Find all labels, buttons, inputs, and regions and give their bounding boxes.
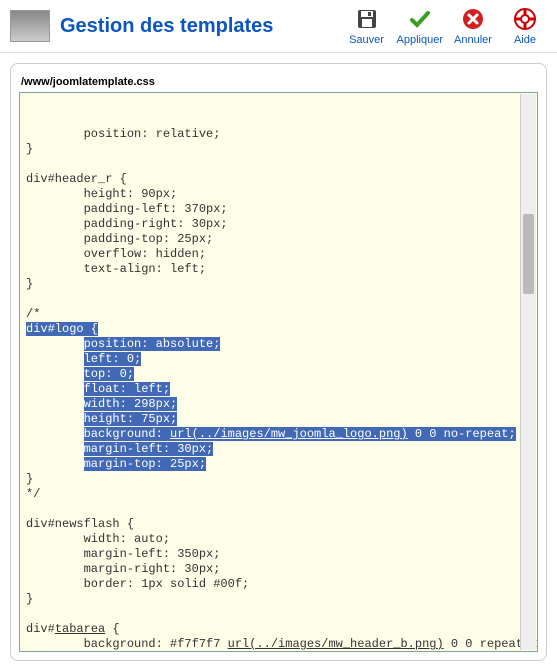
templates-icon: [10, 10, 50, 42]
help-label: Aide: [514, 34, 536, 46]
code-after-a: } */ div#newsflash { width: auto; margin…: [26, 472, 249, 636]
save-label: Sauver: [349, 34, 384, 46]
scrollbar-thumb[interactable]: [523, 214, 534, 294]
header-bar: Gestion des templates Sauver Appliquer A…: [0, 0, 557, 53]
selection-line-3: left: 0;: [84, 352, 142, 366]
toolbar: Sauver Appliquer Annuler Aide: [345, 6, 547, 46]
selection-url-1: url(../images/mw_joomla_logo.png): [170, 427, 408, 441]
apply-label: Appliquer: [397, 34, 443, 46]
code-content[interactable]: position: relative; } div#header_r { hei…: [20, 123, 537, 652]
selection-line-4: top: 0;: [84, 367, 134, 381]
selection-line-1: div#logo {: [26, 322, 98, 336]
apply-button[interactable]: Appliquer: [397, 6, 443, 46]
selection-line-8c: 0 0 no-repeat;: [408, 427, 516, 441]
selection-line-8a: background:: [84, 427, 170, 441]
file-path: /www/joomlatemplate.css: [19, 72, 538, 92]
selection-line-5: float: left;: [84, 382, 170, 396]
selection-line-6: width: 298px;: [84, 397, 178, 411]
selection-line-2: position: absolute;: [84, 337, 221, 351]
selection-line-9: margin-left: 30px;: [84, 442, 214, 456]
code-before: position: relative; } div#header_r { hei…: [26, 127, 228, 321]
help-button[interactable]: Aide: [503, 6, 547, 46]
code-editor[interactable]: position: relative; } div#header_r { hei…: [19, 92, 538, 652]
scrollbar[interactable]: [520, 94, 536, 650]
editor-panel: /www/joomlatemplate.css position: relati…: [10, 63, 547, 661]
selection-line-10: margin-top: 25px;: [84, 457, 206, 471]
page-title: Gestion des templates: [60, 15, 345, 38]
cancel-icon: [460, 6, 486, 32]
selection-line-7: height: 75px;: [84, 412, 178, 426]
cancel-label: Annuler: [454, 34, 492, 46]
url-2: url(../images/mw_header_b.png): [228, 637, 444, 651]
tabarea-word: tabarea: [55, 622, 105, 636]
lifebuoy-icon: [512, 6, 538, 32]
save-button[interactable]: Sauver: [345, 6, 389, 46]
floppy-icon: [354, 6, 380, 32]
cancel-button[interactable]: Annuler: [451, 6, 495, 46]
check-icon: [407, 6, 433, 32]
